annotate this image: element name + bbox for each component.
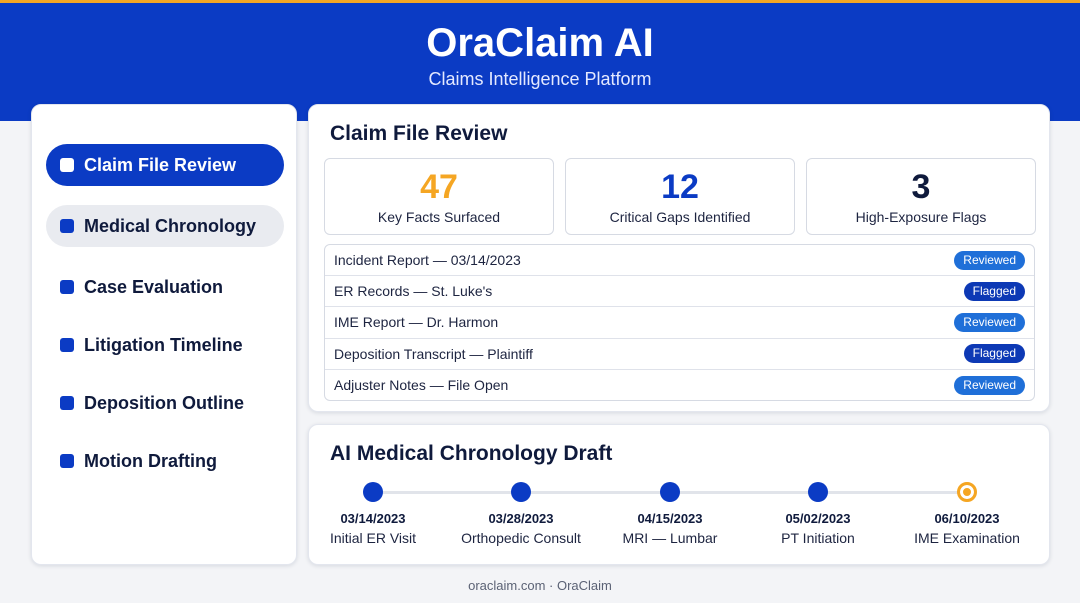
timeline-date: 06/10/2023 xyxy=(934,511,1000,526)
stat-card-critical-gaps: 12 Critical Gaps Identified xyxy=(565,158,795,235)
document-name: Adjuster Notes — File Open xyxy=(334,377,509,394)
sidebar-item-claim-file-review[interactable]: Claim File Review xyxy=(46,144,284,186)
timeline-event[interactable]: 04/15/2023 MRI — Lumbar xyxy=(590,482,750,546)
stat-value: 3 xyxy=(911,168,931,206)
status-badge: Reviewed xyxy=(954,375,1025,395)
timeline-date: 03/28/2023 xyxy=(488,511,554,526)
timeline-dot-icon xyxy=(511,482,531,502)
stat-card-key-facts: 47 Key Facts Surfaced xyxy=(324,158,554,235)
document-name: Incident Report — 03/14/2023 xyxy=(334,252,521,269)
footer-text: oraclaim.com · OraClaim xyxy=(468,578,612,593)
timeline-dot-icon xyxy=(808,482,828,502)
section-title: AI Medical Chronology Draft xyxy=(330,442,613,465)
list-item[interactable]: ER Records — St. Luke's Flagged xyxy=(325,276,1034,308)
stat-card-high-exposure: 3 High-Exposure Flags xyxy=(806,158,1036,235)
sidebar-item-label: Medical Chronology xyxy=(84,215,257,236)
square-icon xyxy=(60,158,74,172)
timeline-date: 03/14/2023 xyxy=(340,511,406,526)
sidebar-item-label: Claim File Review xyxy=(84,154,237,175)
stat-value: 47 xyxy=(420,168,458,206)
timeline-label: Orthopedic Consult xyxy=(461,530,581,546)
timeline-dot-pending-icon xyxy=(957,482,977,502)
app-subtitle: Claims Intelligence Platform xyxy=(428,69,652,89)
status-badge: Flagged xyxy=(963,344,1025,364)
sidebar-item-label: Motion Drafting xyxy=(84,450,217,471)
square-icon xyxy=(60,454,74,468)
square-icon xyxy=(60,396,74,410)
timeline-date: 05/02/2023 xyxy=(785,511,851,526)
square-icon xyxy=(60,219,74,233)
timeline-label: IME Examination xyxy=(914,530,1020,546)
stat-value: 12 xyxy=(661,168,699,206)
medical-chronology-panel: AI Medical Chronology Draft 03/14/2023 I… xyxy=(308,424,1050,565)
timeline-event[interactable]: 03/28/2023 Orthopedic Consult xyxy=(441,482,601,546)
sidebar-item-case-evaluation[interactable]: Case Evaluation xyxy=(46,266,284,308)
timeline-dot-icon xyxy=(660,482,680,502)
status-badge: Reviewed xyxy=(954,312,1025,332)
timeline-event[interactable]: 06/10/2023 IME Examination xyxy=(887,482,1047,546)
sidebar-item-label: Deposition Outline xyxy=(84,392,244,413)
timeline-date: 04/15/2023 xyxy=(637,511,703,526)
timeline-dot-icon xyxy=(363,482,383,502)
sidebar-item-deposition-outline[interactable]: Deposition Outline xyxy=(46,382,284,424)
document-list: Incident Report — 03/14/2023 Reviewed ER… xyxy=(324,244,1035,401)
document-name: IME Report — Dr. Harmon xyxy=(334,314,499,331)
square-icon xyxy=(60,338,74,352)
list-item[interactable]: Adjuster Notes — File Open Reviewed xyxy=(325,370,1034,400)
claim-file-review-panel: Claim File Review 47 Key Facts Surfaced … xyxy=(308,104,1050,412)
sidebar-item-label: Case Evaluation xyxy=(84,276,224,297)
sidebar-item-label: Litigation Timeline xyxy=(84,334,243,355)
status-badge: Flagged xyxy=(963,281,1025,301)
list-item[interactable]: Deposition Transcript — Plaintiff Flagge… xyxy=(325,339,1034,370)
timeline-label: MRI — Lumbar xyxy=(622,530,718,546)
square-icon xyxy=(60,280,74,294)
sidebar-nav: Claim File Review Medical Chronology Cas… xyxy=(31,104,297,565)
sidebar-item-motion-drafting[interactable]: Motion Drafting xyxy=(46,440,284,482)
timeline-label: Initial ER Visit xyxy=(329,530,417,546)
sidebar-item-medical-chronology[interactable]: Medical Chronology xyxy=(46,205,284,247)
timeline-event[interactable]: 03/14/2023 Initial ER Visit xyxy=(293,482,453,546)
stat-label: Critical Gaps Identified xyxy=(609,209,751,225)
timeline-label: PT Initiation xyxy=(781,530,855,546)
stat-label: Key Facts Surfaced xyxy=(377,209,501,225)
stat-label: High-Exposure Flags xyxy=(855,209,987,225)
document-name: ER Records — St. Luke's xyxy=(334,283,493,300)
status-badge: Reviewed xyxy=(954,250,1025,270)
document-name: Deposition Transcript — Plaintiff xyxy=(334,345,533,362)
list-item[interactable]: IME Report — Dr. Harmon Reviewed xyxy=(325,307,1034,339)
sidebar-item-litigation-timeline[interactable]: Litigation Timeline xyxy=(46,324,284,366)
list-item[interactable]: Incident Report — 03/14/2023 Reviewed xyxy=(325,245,1034,277)
timeline-event[interactable]: 05/02/2023 PT Initiation xyxy=(738,482,898,546)
app-title: OraClaim AI xyxy=(426,21,654,65)
section-title: Claim File Review xyxy=(330,122,508,145)
